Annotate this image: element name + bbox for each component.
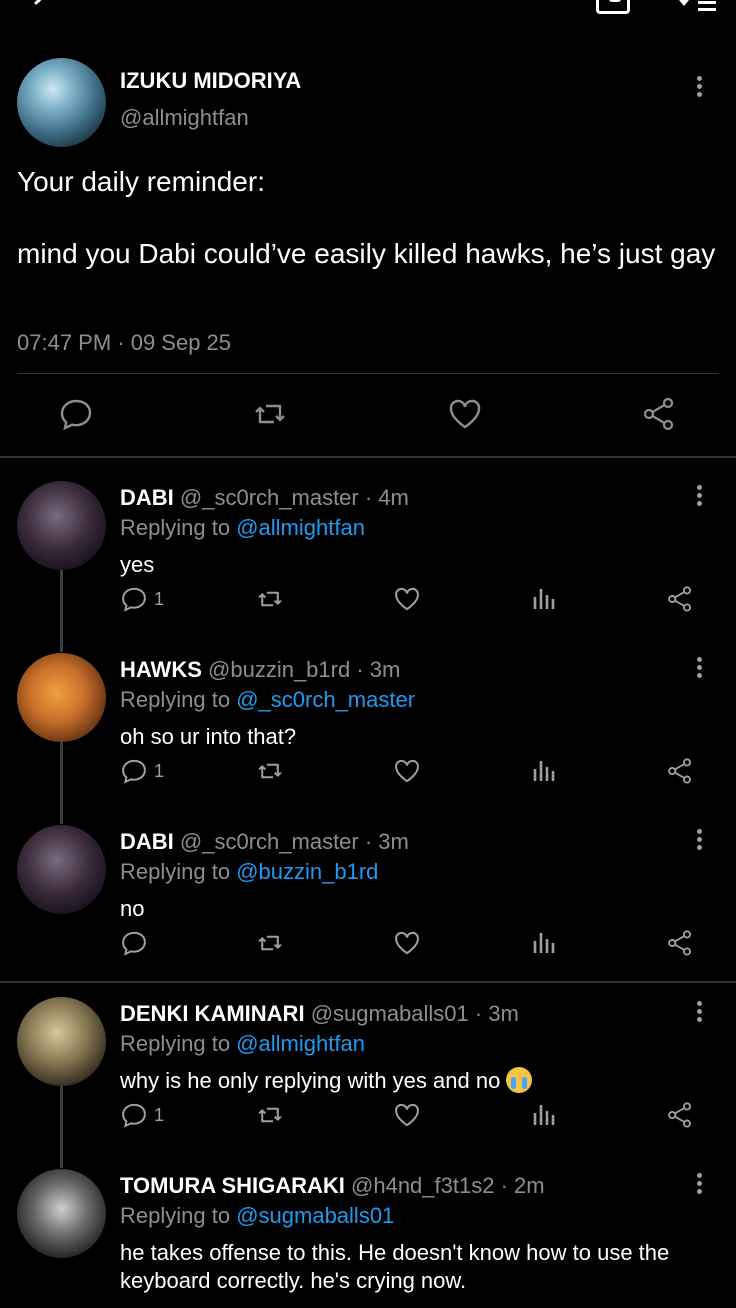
share-icon[interactable] xyxy=(666,929,694,957)
reply-meta: @buzzin_b1rd · 3m xyxy=(208,657,401,682)
comment-icon[interactable]: 1 xyxy=(120,585,164,613)
post-timestamp: 07:47 PM · 09 Sep 25 xyxy=(17,330,232,355)
stats-icon[interactable] xyxy=(530,1101,558,1129)
comment-count: 1 xyxy=(154,1104,165,1125)
retweet-icon[interactable] xyxy=(256,929,284,957)
reply-actions: 1 xyxy=(0,757,736,787)
reply-meta: @sugmaballs01 · 3m xyxy=(310,1001,519,1026)
reply-text: oh so ur into that? xyxy=(120,724,297,749)
replying-to-label: Replying to xyxy=(120,859,231,884)
post-author-handle[interactable]: @allmightfan xyxy=(120,105,249,131)
mention-link[interactable]: @sugmaballs01 xyxy=(236,1203,394,1228)
like-icon[interactable] xyxy=(393,757,421,785)
retweet-icon[interactable] xyxy=(256,757,284,785)
reply-text: yes xyxy=(120,552,155,577)
comment-icon[interactable] xyxy=(120,929,154,957)
avatar[interactable] xyxy=(17,653,106,742)
replying-to-label: Replying to xyxy=(120,1031,231,1056)
replying-to-label: Replying to xyxy=(120,1203,231,1228)
stats-icon[interactable] xyxy=(530,585,558,613)
stats-icon[interactable] xyxy=(530,757,558,785)
reply-meta: @_sc0rch_master · 4m xyxy=(179,485,409,510)
retweet-icon[interactable] xyxy=(252,396,288,432)
like-icon[interactable] xyxy=(393,585,421,613)
like-icon[interactable] xyxy=(447,396,483,432)
avatar[interactable] xyxy=(17,997,106,1086)
reply-actions: 1 xyxy=(0,1101,736,1131)
more-options-icon[interactable] xyxy=(697,485,703,507)
back-arrow-icon[interactable] xyxy=(32,0,50,12)
more-options-icon[interactable] xyxy=(697,829,703,851)
divider xyxy=(0,456,736,458)
reply-author-name[interactable]: DABI xyxy=(120,829,174,854)
mention-link[interactable]: @_sc0rch_master xyxy=(236,687,415,712)
avatar[interactable] xyxy=(17,825,106,914)
reply-actions: 1 xyxy=(0,585,736,615)
replying-to-label: Replying to xyxy=(120,687,231,712)
avatar[interactable] xyxy=(17,1169,106,1258)
comment-icon[interactable]: 1 xyxy=(120,757,164,785)
reply-meta: @h4nd_f3t1s2 · 2m xyxy=(351,1173,545,1198)
comment-count: 1 xyxy=(154,760,165,781)
divider xyxy=(0,981,736,983)
reply-meta: @_sc0rch_master · 3m xyxy=(179,829,409,854)
reply-text: he takes offense to this. He doesn't kno… xyxy=(120,1240,670,1293)
reply-author-name[interactable]: DABI xyxy=(120,485,174,510)
more-options-icon[interactable] xyxy=(697,1001,703,1023)
mention-link[interactable]: @allmightfan xyxy=(236,1031,365,1056)
more-options-icon[interactable] xyxy=(697,1173,703,1195)
comment-icon[interactable] xyxy=(58,396,94,432)
more-options-icon[interactable] xyxy=(697,76,703,98)
replying-to-label: Replying to xyxy=(120,515,231,540)
heart-menu-icon[interactable] xyxy=(672,0,720,14)
avatar[interactable] xyxy=(17,58,106,147)
mention-link[interactable]: @allmightfan xyxy=(236,515,365,540)
comment-count: 1 xyxy=(154,588,165,609)
more-options-icon[interactable] xyxy=(697,657,703,679)
reply-text: why is he only replying with yes and no xyxy=(120,1067,710,1095)
divider xyxy=(17,373,719,374)
reply-author-name[interactable]: DENKI KAMINARI xyxy=(120,1001,305,1026)
reply-actions xyxy=(0,929,736,959)
post-actions xyxy=(0,396,736,436)
reply-author-name[interactable]: HAWKS xyxy=(120,657,202,682)
like-icon[interactable] xyxy=(393,1101,421,1129)
post-text: Your daily reminder: mind you Dabi could… xyxy=(17,166,716,269)
share-icon[interactable] xyxy=(666,757,694,785)
stats-icon[interactable] xyxy=(530,929,558,957)
image-icon[interactable] xyxy=(596,0,630,14)
comment-icon[interactable]: 1 xyxy=(120,1101,164,1129)
top-bar xyxy=(0,0,736,30)
reply-text: no xyxy=(120,896,145,921)
retweet-icon[interactable] xyxy=(256,585,284,613)
mention-link[interactable]: @buzzin_b1rd xyxy=(236,859,378,884)
reply-author-name[interactable]: TOMURA SHIGARAKI xyxy=(120,1173,345,1198)
reply-text-content: why is he only replying with yes and no xyxy=(120,1068,501,1093)
post-author-name[interactable]: IZUKU MIDORIYA xyxy=(120,68,301,94)
crying-emoji-icon xyxy=(506,1067,533,1093)
retweet-icon[interactable] xyxy=(256,1101,284,1129)
share-icon[interactable] xyxy=(666,585,694,613)
share-icon[interactable] xyxy=(641,396,677,432)
like-icon[interactable] xyxy=(393,929,421,957)
avatar[interactable] xyxy=(17,481,106,570)
share-icon[interactable] xyxy=(666,1101,694,1129)
